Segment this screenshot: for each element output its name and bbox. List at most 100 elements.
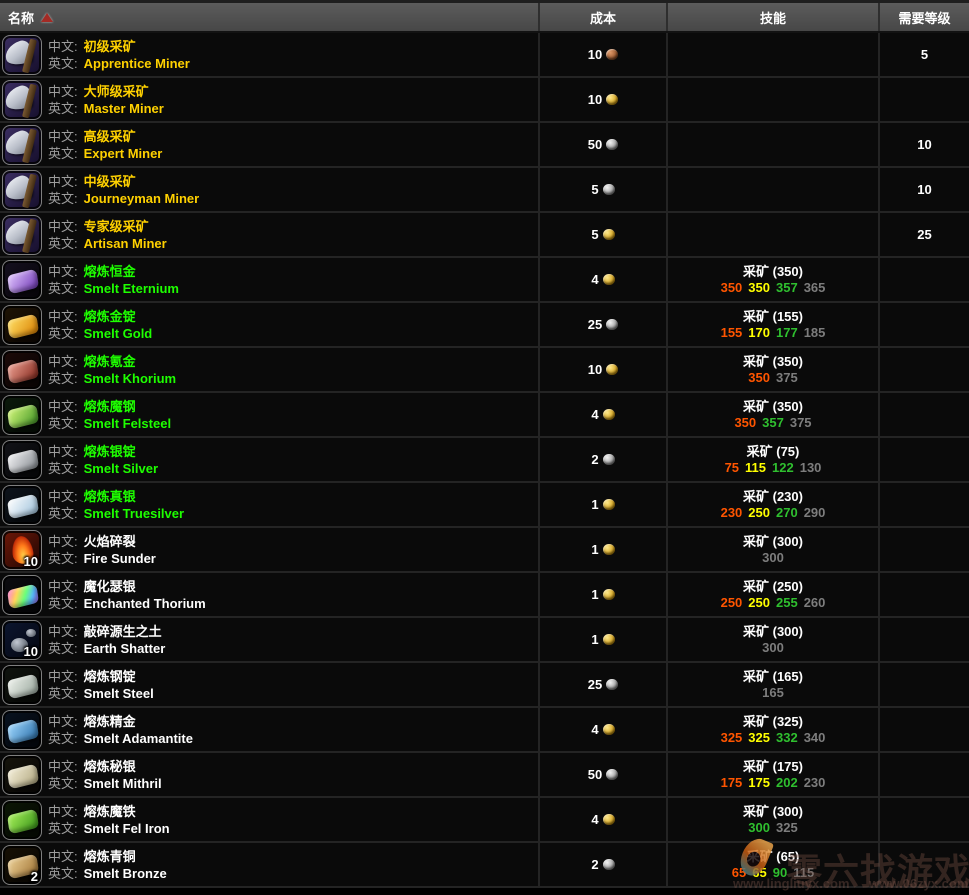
cost-cell: 5: [540, 213, 668, 256]
spell-name-en[interactable]: Smelt Fel Iron: [84, 821, 170, 836]
spell-name-en[interactable]: Smelt Bronze: [84, 866, 167, 881]
spell-name-cn[interactable]: 熔炼魔钢: [84, 399, 136, 414]
name-cell: 中文:大师级采矿英文:Master Miner: [0, 78, 540, 121]
skill-link[interactable]: 采矿 (165): [743, 668, 803, 685]
skill-link[interactable]: 采矿 (350): [743, 353, 803, 370]
mining-pick-icon[interactable]: [2, 215, 42, 255]
spell-name-cn[interactable]: 熔炼金锭: [84, 309, 136, 324]
name-label-cn: 中文:: [48, 849, 78, 864]
cost-amount: 2: [591, 452, 598, 467]
skill-link[interactable]: 采矿 (155): [743, 308, 803, 325]
column-header-required-level[interactable]: 需要等级: [880, 3, 969, 31]
name-label-cn: 中文:: [48, 489, 78, 504]
spell-name-en[interactable]: Smelt Mithril: [84, 776, 162, 791]
mithril-bar-icon[interactable]: [2, 755, 42, 795]
rock-shape: [26, 629, 36, 637]
spell-name-cn[interactable]: 熔炼氪金: [84, 354, 136, 369]
mining-pick-icon[interactable]: [2, 125, 42, 165]
spell-name-cn[interactable]: 高级采矿: [84, 129, 136, 144]
spell-name-en[interactable]: Apprentice Miner: [84, 56, 190, 71]
ingot-shape: [7, 448, 39, 474]
skill-cell: 采矿 (75)75115122130: [668, 438, 880, 481]
spell-name-cn[interactable]: 熔炼精金: [84, 714, 136, 729]
skill-link[interactable]: 采矿 (65): [747, 848, 800, 865]
skill-breakpoints: 165: [759, 685, 787, 701]
skill-value: 260: [804, 595, 826, 610]
spell-name-cn[interactable]: 魔化瑟银: [84, 579, 136, 594]
spell-name-cn[interactable]: 熔炼青铜: [84, 849, 136, 864]
spell-name-en[interactable]: Smelt Khorium: [84, 371, 176, 386]
spell-name-cn[interactable]: 熔炼恒金: [84, 264, 136, 279]
spell-name-cn[interactable]: 火焰碎裂: [84, 534, 136, 549]
skill-link[interactable]: 采矿 (300): [743, 803, 803, 820]
skill-link[interactable]: 采矿 (230): [743, 488, 803, 505]
spell-name-cn[interactable]: 熔炼真银: [84, 489, 136, 504]
fire-sunder-icon[interactable]: 10: [2, 530, 42, 570]
spell-name-cn[interactable]: 熔炼银锭: [84, 444, 136, 459]
table-row: 中文:熔炼恒金英文:Smelt Eternium4采矿 (350)3503503…: [0, 258, 969, 303]
table-row: 中文:初级采矿英文:Apprentice Miner105: [0, 33, 969, 78]
spell-name-en[interactable]: Enchanted Thorium: [84, 596, 206, 611]
column-header-cost[interactable]: 成本: [540, 3, 668, 31]
cost-amount: 2: [591, 857, 598, 872]
cost-cell: 1: [540, 573, 668, 616]
skill-link[interactable]: 采矿 (325): [743, 713, 803, 730]
khorium-bar-icon[interactable]: [2, 350, 42, 390]
spell-name-cn[interactable]: 熔炼钢锭: [84, 669, 136, 684]
spell-name-en[interactable]: Smelt Truesilver: [84, 506, 184, 521]
skill-link[interactable]: 采矿 (300): [743, 533, 803, 550]
earth-shatter-icon[interactable]: 10: [2, 620, 42, 660]
steel-bar-icon[interactable]: [2, 665, 42, 705]
fel-iron-bar-icon[interactable]: [2, 800, 42, 840]
spell-name-en[interactable]: Smelt Gold: [84, 326, 153, 341]
mining-pick-icon[interactable]: [2, 35, 42, 75]
silver-bar-icon[interactable]: [2, 440, 42, 480]
skill-link[interactable]: 采矿 (175): [743, 758, 803, 775]
spell-name-cn[interactable]: 敲碎源生之土: [84, 624, 162, 639]
name-label-cn: 中文:: [48, 354, 78, 369]
skill-link[interactable]: 采矿 (350): [743, 263, 803, 280]
name-label-en: 英文:: [48, 866, 78, 881]
spell-name-en[interactable]: Smelt Steel: [84, 686, 154, 701]
name-cell: 2 中文: 熔炼青铜英文: Smelt Bronze: [0, 843, 540, 886]
skill-link[interactable]: 采矿 (300): [743, 623, 803, 640]
spell-name-en[interactable]: Smelt Eternium: [84, 281, 179, 296]
eternium-bar-icon[interactable]: [2, 260, 42, 300]
felsteel-bar-icon[interactable]: [2, 395, 42, 435]
gold-bar-icon[interactable]: [2, 305, 42, 345]
spell-name-cn[interactable]: 大师级采矿: [84, 84, 149, 99]
bronze-bar-icon[interactable]: 2: [2, 845, 42, 885]
spell-name-en[interactable]: Earth Shatter: [84, 641, 166, 656]
cost-amount: 1: [591, 497, 598, 512]
name-label-en: 英文:: [48, 101, 78, 116]
column-header-name[interactable]: 名称: [0, 3, 540, 31]
mining-pick-icon[interactable]: [2, 80, 42, 120]
spell-name-cn[interactable]: 熔炼魔铁: [84, 804, 136, 819]
spell-name-en[interactable]: Expert Miner: [84, 146, 163, 161]
spell-name-en[interactable]: Smelt Felsteel: [84, 416, 171, 431]
spell-name-en[interactable]: Master Miner: [84, 101, 164, 116]
level-cell: 25: [880, 213, 969, 256]
skill-link[interactable]: 采矿 (250): [743, 578, 803, 595]
spell-name-en[interactable]: Artisan Miner: [84, 236, 167, 251]
skill-link[interactable]: 采矿 (350): [743, 398, 803, 415]
skill-link[interactable]: 采矿 (75): [747, 443, 800, 460]
spell-name-en[interactable]: Smelt Adamantite: [84, 731, 193, 746]
spell-name-en[interactable]: Smelt Silver: [84, 461, 158, 476]
truesilver-bar-icon[interactable]: [2, 485, 42, 525]
skill-value: 250: [721, 595, 743, 610]
adamantite-bar-icon[interactable]: [2, 710, 42, 750]
column-header-skill-label: 技能: [760, 8, 786, 27]
mining-pick-icon[interactable]: [2, 170, 42, 210]
skill-cell: 采矿 (230)230250270290: [668, 483, 880, 526]
enchanted-thorium-bar-icon[interactable]: [2, 575, 42, 615]
skill-breakpoints: 656590115: [729, 865, 817, 881]
column-header-skill[interactable]: 技能: [668, 3, 880, 31]
spell-name-en[interactable]: Fire Sunder: [84, 551, 156, 566]
spell-name-en[interactable]: Journeyman Miner: [84, 191, 200, 206]
spell-name-cn[interactable]: 初级采矿: [84, 39, 136, 54]
spell-name-cn[interactable]: 熔炼秘银: [84, 759, 136, 774]
spell-name-cn[interactable]: 中级采矿: [84, 174, 136, 189]
spell-name-cn[interactable]: 专家级采矿: [84, 219, 149, 234]
spell-names: 中文:熔炼钢锭英文:Smelt Steel: [48, 668, 154, 702]
